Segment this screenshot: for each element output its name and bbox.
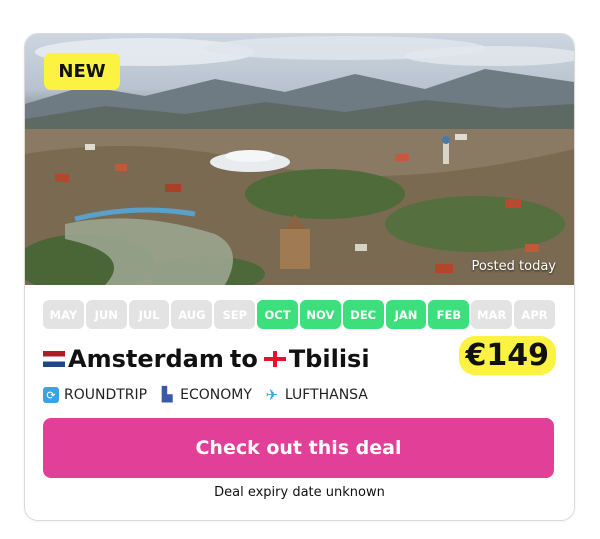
month-pill-active: DEC	[342, 300, 384, 329]
netherlands-flag-icon	[43, 351, 65, 367]
cabin-label: ECONOMY	[180, 387, 252, 403]
georgia-flag-icon	[263, 351, 286, 367]
month-pill-active: NOV	[299, 300, 341, 329]
month-pill-active: OCT	[257, 300, 298, 329]
month-pill-active: FEB	[428, 300, 470, 329]
deal-card: NEW Posted today MAY JUN JUL AUG SEP OCT…	[24, 33, 575, 521]
origin-city: Amsterdam	[68, 345, 224, 373]
travel-months: MAY JUN JUL AUG SEP OCT NOV DEC JAN FEB …	[43, 300, 555, 329]
posted-timestamp: Posted today	[471, 259, 556, 274]
month-pill: JUN	[85, 300, 127, 329]
expiry-note: Deal expiry date unknown	[214, 485, 385, 500]
seat-icon: ▙	[161, 387, 173, 403]
month-pill: APR	[514, 300, 555, 329]
month-pill: MAR	[471, 300, 513, 329]
cabin-class: ▙ ECONOMY	[159, 387, 252, 403]
airplane-icon: ✈	[265, 386, 279, 404]
route-connector: to	[229, 345, 258, 373]
destination-photo: NEW Posted today	[25, 34, 574, 285]
destination-city: Tbilisi	[288, 345, 370, 373]
route-title: Amsterdam to Tbilisi	[43, 341, 370, 377]
new-badge: NEW	[44, 53, 120, 90]
trip-type: ⟳ ROUNDTRIP	[43, 387, 147, 403]
month-pill: AUG	[171, 300, 213, 329]
deal-details: ⟳ ROUNDTRIP ▙ ECONOMY ✈ LUFTHANSA	[43, 385, 368, 405]
trip-type-label: ROUNDTRIP	[64, 387, 148, 403]
check-deal-button[interactable]: Check out this deal	[43, 418, 554, 478]
airline: ✈ LUFTHANSA	[264, 386, 368, 404]
month-pill: JUL	[128, 300, 170, 329]
roundtrip-icon: ⟳	[43, 387, 59, 403]
price-tag: €149	[458, 336, 556, 375]
month-pill-active: JAN	[385, 300, 427, 329]
month-pill: MAY	[43, 300, 84, 329]
month-pill: SEP	[214, 300, 256, 329]
airline-label: LUFTHANSA	[284, 387, 368, 403]
